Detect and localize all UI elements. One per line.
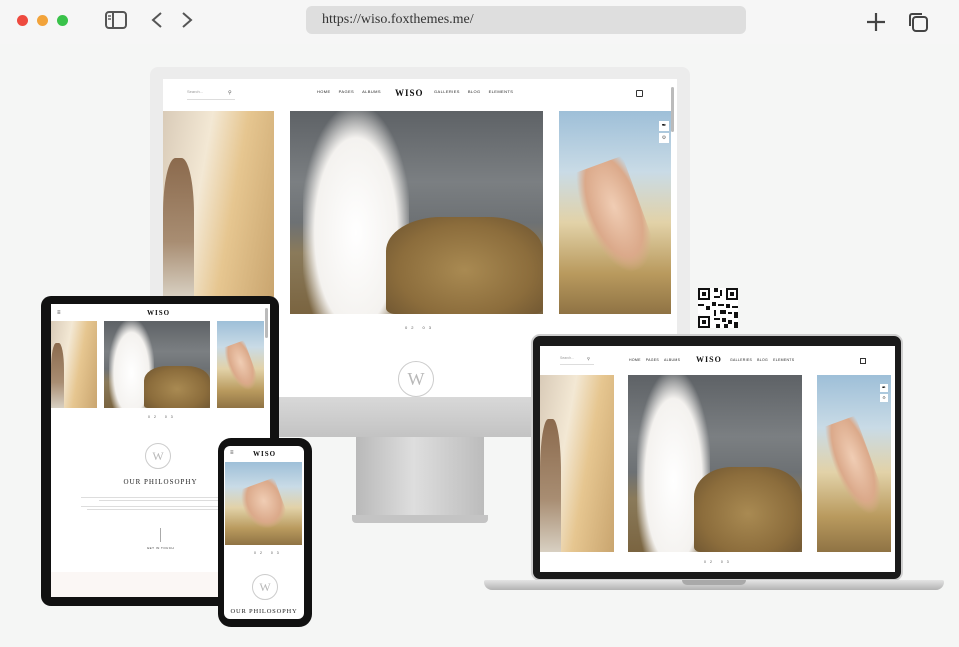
brand-emblem-icon: W: [398, 361, 434, 397]
brand-emblem-icon: W: [145, 443, 171, 469]
new-tab-plus-icon[interactable]: [866, 12, 886, 32]
gallery-photo-couple[interactable]: [163, 111, 274, 297]
laptop-nav-left: HOME PAGES ALBUMS: [629, 358, 680, 362]
back-chevron-icon[interactable]: [150, 11, 164, 29]
desktop-nav-right: GALLERIES BLOG ELEMENTS: [434, 89, 513, 94]
nav-home[interactable]: HOME: [629, 358, 641, 362]
address-bar[interactable]: https://wiso.foxthemes.me/: [306, 6, 746, 34]
hamburger-menu-icon[interactable]: ≡: [57, 310, 61, 316]
minimize-window-button[interactable]: [37, 15, 48, 26]
url-text: https://wiso.foxthemes.me/: [322, 12, 474, 27]
gallery-photo-hand[interactable]: [217, 321, 264, 408]
browser-toolbar: https://wiso.foxthemes.me/: [0, 0, 959, 44]
gallery-photo-bride[interactable]: [104, 321, 210, 408]
monitor-stand-base: [352, 515, 488, 523]
nav-albums[interactable]: ALBUMS: [664, 358, 680, 362]
gallery-photo-bride[interactable]: [628, 375, 802, 552]
edit-pencil-icon[interactable]: ✒: [659, 121, 669, 131]
laptop-notch: [682, 580, 746, 585]
desktop-scrollbar[interactable]: [671, 87, 674, 132]
site-logo[interactable]: WISO: [395, 88, 424, 98]
nav-galleries[interactable]: GALLERIES: [434, 89, 460, 94]
laptop-nav-right: GALLERIES BLOG ELEMENTS: [730, 358, 794, 362]
gallery-pager[interactable]: 02 03: [148, 415, 177, 419]
tab-overview-icon[interactable]: [907, 11, 929, 33]
hamburger-menu-icon[interactable]: ≡: [230, 450, 234, 456]
maximize-window-button[interactable]: [57, 15, 68, 26]
nav-blog[interactable]: BLOG: [468, 89, 481, 94]
gallery-pager[interactable]: 02 03: [254, 551, 283, 555]
close-window-button[interactable]: [17, 15, 28, 26]
philosophy-text-placeholder: [81, 495, 241, 512]
qr-code-icon: [698, 288, 738, 328]
nav-elements[interactable]: ELEMENTS: [489, 89, 514, 94]
gallery-photo-hand[interactable]: [225, 462, 302, 545]
nav-blog[interactable]: BLOG: [757, 358, 768, 362]
gallery-photo-hand[interactable]: [559, 111, 671, 314]
brand-emblem-icon: W: [252, 574, 278, 600]
sidebar-icon[interactable]: [105, 11, 127, 29]
site-logo[interactable]: WISO: [696, 355, 722, 364]
cart-icon[interactable]: [860, 358, 866, 364]
nav-albums[interactable]: ALBUMS: [362, 89, 381, 94]
settings-gear-icon[interactable]: ⚙: [659, 133, 669, 143]
search-placeholder: Search...: [187, 89, 204, 94]
gallery-photo-couple[interactable]: [540, 375, 614, 552]
nav-pages[interactable]: PAGES: [646, 358, 659, 362]
search-icon[interactable]: ⚲: [587, 356, 590, 361]
settings-gear-icon[interactable]: ⚙: [880, 394, 888, 402]
tablet-scrollbar[interactable]: [265, 308, 268, 338]
laptop-screen: Search... ⚲ HOME PAGES ALBUMS WISO GALLE…: [540, 346, 895, 572]
site-logo[interactable]: WISO: [147, 309, 170, 317]
gallery-photo-bride[interactable]: [290, 111, 543, 314]
forward-chevron-icon[interactable]: [180, 11, 194, 29]
nav-home[interactable]: HOME: [317, 89, 331, 94]
monitor-chin: [278, 397, 532, 437]
nav-elements[interactable]: ELEMENTS: [773, 358, 794, 362]
nav-pages[interactable]: PAGES: [339, 89, 355, 94]
gallery-photo-couple[interactable]: [51, 321, 97, 408]
nav-galleries[interactable]: GALLERIES: [730, 358, 752, 362]
search-icon[interactable]: ⚲: [228, 90, 232, 96]
search-placeholder: Search...: [560, 356, 575, 360]
monitor-stand: [356, 437, 484, 515]
desktop-nav-left: HOME PAGES ALBUMS: [317, 89, 381, 94]
gallery-pager[interactable]: 02 03: [405, 325, 435, 330]
edit-pencil-icon[interactable]: ✒: [880, 384, 888, 392]
gallery-pager[interactable]: 02 03: [704, 560, 733, 564]
divider-line: [160, 528, 161, 542]
phone-screen: ≡ WISO 02 03 W OUR PHILOSOPHY: [224, 446, 304, 619]
philosophy-heading: OUR PHILOSOPHY: [230, 608, 298, 615]
site-logo[interactable]: WISO: [253, 450, 276, 458]
cart-icon[interactable]: [636, 90, 643, 97]
